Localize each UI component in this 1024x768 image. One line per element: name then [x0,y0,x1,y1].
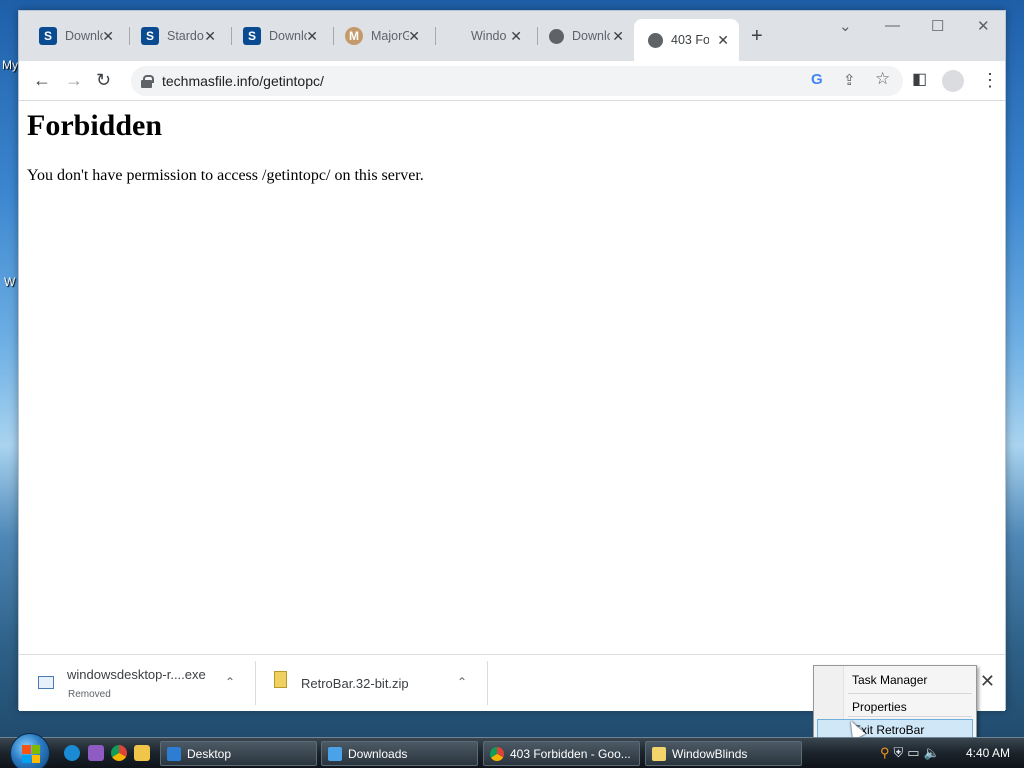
tab-title: Windo [471,29,507,43]
taskbar-item-chrome[interactable]: 403 Forbidden - Goo... [483,741,640,766]
context-menu: Task Manager Properties Exit RetroBar [813,665,977,741]
tab-title: Downlo [65,29,103,43]
close-window-button[interactable]: ✕ [977,17,990,35]
download-folder-icon [328,746,342,761]
globe-icon [549,28,564,44]
chrome-icon[interactable] [111,745,127,761]
close-icon[interactable]: ✕ [510,28,522,45]
taskbar-item-desktop[interactable]: Desktop [160,741,317,766]
divider [487,661,488,705]
close-icon[interactable]: ✕ [717,32,729,49]
tab-title: Stardo [167,29,204,43]
close-icon[interactable]: ✕ [612,28,624,45]
softonic-icon: S [243,27,261,45]
browser-window: S Downlo ✕ S Stardo ✕ S Downlo ✕ M Major… [18,10,1006,711]
softonic-icon: S [141,27,159,45]
page-content: Forbidden You don't have permission to a… [19,101,1005,664]
address-bar[interactable]: techmasfile.info/getintopc/ G ⇪ ☆ [131,66,903,96]
google-icon[interactable]: G [811,71,823,88]
volume-icon[interactable]: 🔈 [924,745,940,763]
minimize-button[interactable]: — [885,17,900,34]
tab-title: Downlo [269,29,307,43]
desktop-icon-label[interactable]: W [4,275,15,289]
share-icon[interactable]: ⇪ [843,71,856,89]
task-label: Desktop [187,746,232,761]
desktop-icon [167,746,181,761]
download-filename: RetroBar.32-bit.zip [301,676,409,691]
chevron-up-icon[interactable]: ⌃ [225,675,235,689]
page-message: You don't have permission to access /get… [27,167,424,184]
page-heading: Forbidden [27,109,163,142]
divider [255,661,256,705]
tab-title: MajorG [371,29,409,43]
taskbar-item-windowblinds[interactable]: WindowBlinds [645,741,802,766]
download-item[interactable]: RetroBar.32-bit.zip ⌃ [259,661,484,707]
visual-studio-icon[interactable] [88,745,104,761]
chrome-menu-icon[interactable]: ⋮ [981,70,999,90]
tab-title: Downlo [572,29,610,43]
microsoft-icon [447,28,463,44]
tab-5[interactable]: Windo ✕ [427,23,532,49]
tab-2[interactable]: S Stardo ✕ [121,23,226,49]
maximize-button[interactable]: ☐ [931,17,944,35]
lock-icon[interactable] [141,75,154,88]
new-tab-button[interactable]: + [751,25,763,48]
task-label: Downloads [348,746,408,761]
browser-toolbar: ← → ↻ techmasfile.info/getintopc/ G ⇪ ☆ … [19,61,1005,101]
search-icon[interactable]: ⚲ [880,745,890,763]
download-item[interactable]: windowsdesktop-r....exe Removed ⌃ [29,661,254,707]
side-panel-icon[interactable]: ◧ [912,70,927,90]
file-explorer-icon[interactable] [134,745,150,761]
tab-active[interactable]: 403 Fo ✕ [634,19,739,61]
majorgeeks-icon: M [345,27,363,45]
zip-file-icon [274,671,287,688]
bookmark-star-icon[interactable]: ☆ [875,69,890,89]
system-tray: ⚲ ⛨ ▭ 🔈 [880,745,940,763]
download-status: Removed [68,689,111,700]
tab-search-icon[interactable]: ⌄ [839,17,852,35]
menu-separator [848,693,972,694]
back-button[interactable]: ← [33,70,51,90]
start-button[interactable] [10,733,50,768]
tab-4[interactable]: M MajorG ✕ [325,23,430,49]
windows-logo-icon [22,745,40,763]
download-filename: windowsdesktop-r....exe [67,667,206,682]
reload-button[interactable]: ↻ [96,70,111,90]
tab-6[interactable]: Downlo ✕ [529,23,634,49]
close-icon[interactable]: ✕ [306,28,318,45]
exe-file-icon [38,676,54,689]
taskbar-item-downloads[interactable]: Downloads [321,741,478,766]
menu-item-properties[interactable]: Properties [817,697,973,717]
clock[interactable]: 4:40 AM [966,746,1010,760]
network-icon[interactable]: ▭ [907,745,919,763]
globe-icon [648,32,663,48]
profile-avatar[interactable] [942,70,964,92]
chrome-icon [490,746,504,761]
tab-strip: S Downlo ✕ S Stardo ✕ S Downlo ✕ M Major… [19,11,1005,61]
folder-icon [652,746,666,761]
close-icon[interactable]: ✕ [408,28,420,45]
edge-icon[interactable] [64,745,80,761]
close-shelf-button[interactable]: ✕ [980,671,995,692]
menu-item-exit-retrobar[interactable]: Exit RetroBar [817,719,973,739]
security-icon[interactable]: ⛨ [894,745,904,763]
task-label: WindowBlinds [672,746,748,761]
menu-separator [848,716,972,717]
tab-title: 403 Fo [671,33,709,47]
close-icon[interactable]: ✕ [204,28,216,45]
menu-item-task-manager[interactable]: Task Manager [817,670,973,690]
desktop-icon-label[interactable]: My [2,58,18,72]
tab-1[interactable]: S Downlo ✕ [19,23,124,49]
url-text[interactable]: techmasfile.info/getintopc/ [162,73,324,89]
forward-button[interactable]: → [65,70,83,90]
taskbar: Desktop Downloads 403 Forbidden - Goo...… [0,733,1024,768]
close-icon[interactable]: ✕ [102,28,114,45]
softonic-icon: S [39,27,57,45]
chevron-up-icon[interactable]: ⌃ [457,675,467,689]
task-label: 403 Forbidden - Goo... [510,746,631,761]
tab-3[interactable]: S Downlo ✕ [223,23,328,49]
